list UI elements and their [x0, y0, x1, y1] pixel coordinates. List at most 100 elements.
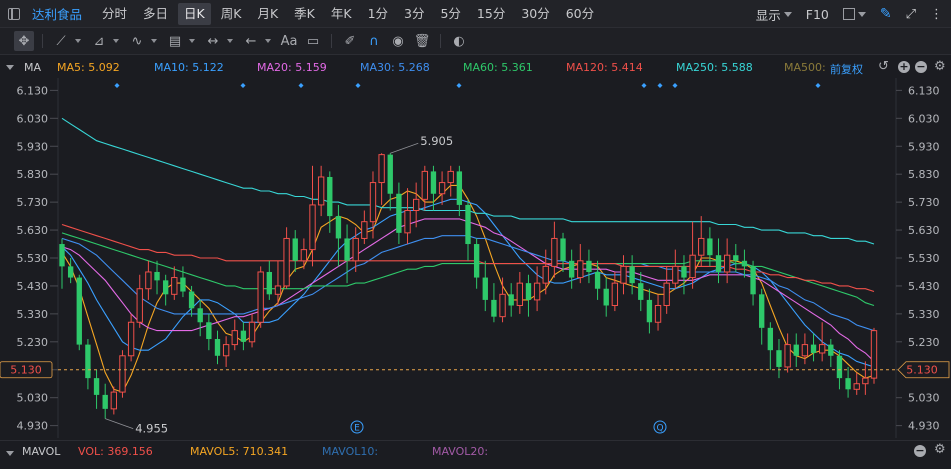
candle-body-down	[482, 277, 488, 300]
divider	[331, 34, 332, 48]
f10-button[interactable]: F10	[806, 7, 829, 22]
candle-body-down	[491, 299, 497, 317]
event-marker-icon[interactable]	[815, 83, 821, 88]
chart-svg[interactable]: 6.130 6.130 6.030 6.030 5.930 5.930 5.830 5.830…	[0, 78, 951, 438]
settings-gear-icon[interactable]: ⚙	[934, 59, 946, 74]
chevron-down-icon[interactable]	[189, 39, 195, 43]
event-marker-icon[interactable]	[114, 83, 120, 88]
layout-menu[interactable]	[842, 8, 866, 20]
candle-body-down	[793, 344, 799, 356]
vol-value: VOL: 369.156	[78, 445, 153, 458]
candle-body-down	[586, 260, 592, 272]
toggle-tool[interactable]: ◐	[449, 31, 469, 51]
chevron-down-icon[interactable]	[265, 39, 271, 43]
period-tab[interactable]: 3分	[398, 3, 430, 25]
period-tab[interactable]: 多日	[137, 3, 174, 25]
event-marker-icon[interactable]	[657, 83, 663, 88]
expand-icon: ⤢	[905, 6, 916, 22]
period-tab[interactable]: 分时	[96, 3, 133, 25]
period-tab[interactable]: 60分	[560, 3, 600, 25]
undo-icon[interactable]: ↺	[878, 59, 889, 74]
period-tab[interactable]: 30分	[515, 3, 555, 25]
event-marker-icon[interactable]	[456, 83, 462, 88]
ma60-label: MA60: 5.361	[463, 61, 533, 74]
period-tab[interactable]: 周K	[215, 3, 248, 25]
candle-body-up	[171, 277, 178, 295]
candle-body-down	[828, 344, 834, 356]
magnet-tool[interactable]: ∩	[364, 31, 384, 51]
candle-body-down	[292, 238, 298, 261]
line-tool[interactable]: ⟋	[51, 31, 71, 51]
y-tick-label-right: 6.130	[908, 84, 940, 97]
candle-body-up	[862, 377, 869, 385]
remove-icon[interactable]: −	[914, 443, 926, 458]
draw-pen-button[interactable]: ✎	[880, 6, 892, 22]
arrow-tool[interactable]: ←	[241, 31, 261, 51]
chevron-down-icon[interactable]	[75, 39, 81, 43]
candle-body-down	[750, 266, 756, 295]
ma-legend: MA MA5: 5.092 MA10: 5.122 MA20: 5.159 MA…	[0, 58, 951, 78]
eye-tool[interactable]: ◉	[388, 31, 408, 51]
comment-tool[interactable]: ▭	[303, 31, 323, 51]
event-marker-icon[interactable]	[240, 83, 246, 88]
candle-body-down	[508, 294, 514, 306]
event-marker-icon[interactable]	[672, 83, 678, 88]
remove-icon[interactable]: −	[915, 59, 927, 74]
collapse-icon[interactable]	[6, 451, 14, 456]
period-tab[interactable]: 日K	[178, 2, 211, 25]
candle-body-down	[387, 154, 393, 194]
candle-body-up	[689, 254, 696, 279]
period-tab[interactable]: 1分	[362, 3, 394, 25]
range-tool[interactable]: ↔	[203, 31, 223, 51]
event-marker-icon[interactable]	[355, 83, 361, 88]
crosshair-tool[interactable]: ✥	[14, 31, 34, 51]
y-tick-label-left: 5.230	[17, 336, 49, 349]
candle-body-up	[222, 344, 230, 357]
chevron-down-icon[interactable]	[227, 39, 233, 43]
event-marker-icon[interactable]	[641, 83, 647, 88]
chevron-down-icon[interactable]	[151, 39, 157, 43]
trash-tool[interactable]: 🗑	[412, 31, 432, 51]
period-tab[interactable]: 15分	[471, 3, 511, 25]
y-tick-label-left: 5.630	[17, 224, 49, 237]
main-indicator-label[interactable]: MA	[24, 61, 41, 74]
y-tick-label-right: 5.230	[908, 336, 940, 349]
settings-gear-icon[interactable]: ⚙	[934, 442, 946, 457]
stock-name[interactable]: 达利食品	[32, 4, 82, 23]
y-tick-label-left: 5.430	[17, 280, 49, 293]
display-menu[interactable]: 显示	[756, 5, 792, 24]
candle-body-down	[197, 308, 203, 323]
candle-body-up	[663, 282, 670, 306]
eraser-tool[interactable]: ✐	[340, 31, 360, 51]
candle-body-up	[801, 344, 809, 357]
text-tool[interactable]: Aa	[279, 31, 299, 51]
period-tab[interactable]: 年K	[325, 3, 358, 25]
channel-tool[interactable]: ⊿	[89, 31, 109, 51]
adjust-mode-label[interactable]: 前复权	[830, 61, 863, 77]
fib-tool[interactable]: ▤	[165, 31, 185, 51]
period-tab[interactable]: 月K	[251, 3, 284, 25]
more-button[interactable]: ⋮	[930, 7, 943, 22]
candle-body-down	[214, 339, 221, 356]
ma10-label: MA10: 5.122	[154, 61, 224, 74]
candle-body-down	[715, 255, 722, 272]
candle-body-up	[551, 237, 558, 267]
candle-body-down	[206, 322, 212, 340]
wave-tool[interactable]: ∿	[127, 31, 147, 51]
event-marker-icon[interactable]	[298, 83, 304, 88]
mavol10-value: MAVOL10:	[322, 445, 379, 458]
chevron-down-icon[interactable]	[113, 39, 119, 43]
period-tab[interactable]: 季K	[288, 3, 321, 25]
high-price-label: 5.905	[420, 134, 453, 148]
expand-button[interactable]: ⤢	[906, 7, 916, 22]
collapse-icon[interactable]	[6, 65, 14, 70]
candle-body-up	[499, 293, 506, 318]
candle-body-up	[119, 355, 126, 393]
sidebar-toggle-icon[interactable]	[0, 0, 28, 28]
volume-indicator-label[interactable]: MAVOL	[22, 445, 60, 458]
candle-body-down	[154, 271, 160, 281]
kline-chart[interactable]: 6.130 6.130 6.030 6.030 5.930 5.930 5.830 5.830…	[0, 78, 951, 438]
add-icon[interactable]: +	[898, 59, 910, 74]
candle-body-up	[317, 176, 325, 206]
period-tab[interactable]: 5分	[434, 3, 466, 25]
